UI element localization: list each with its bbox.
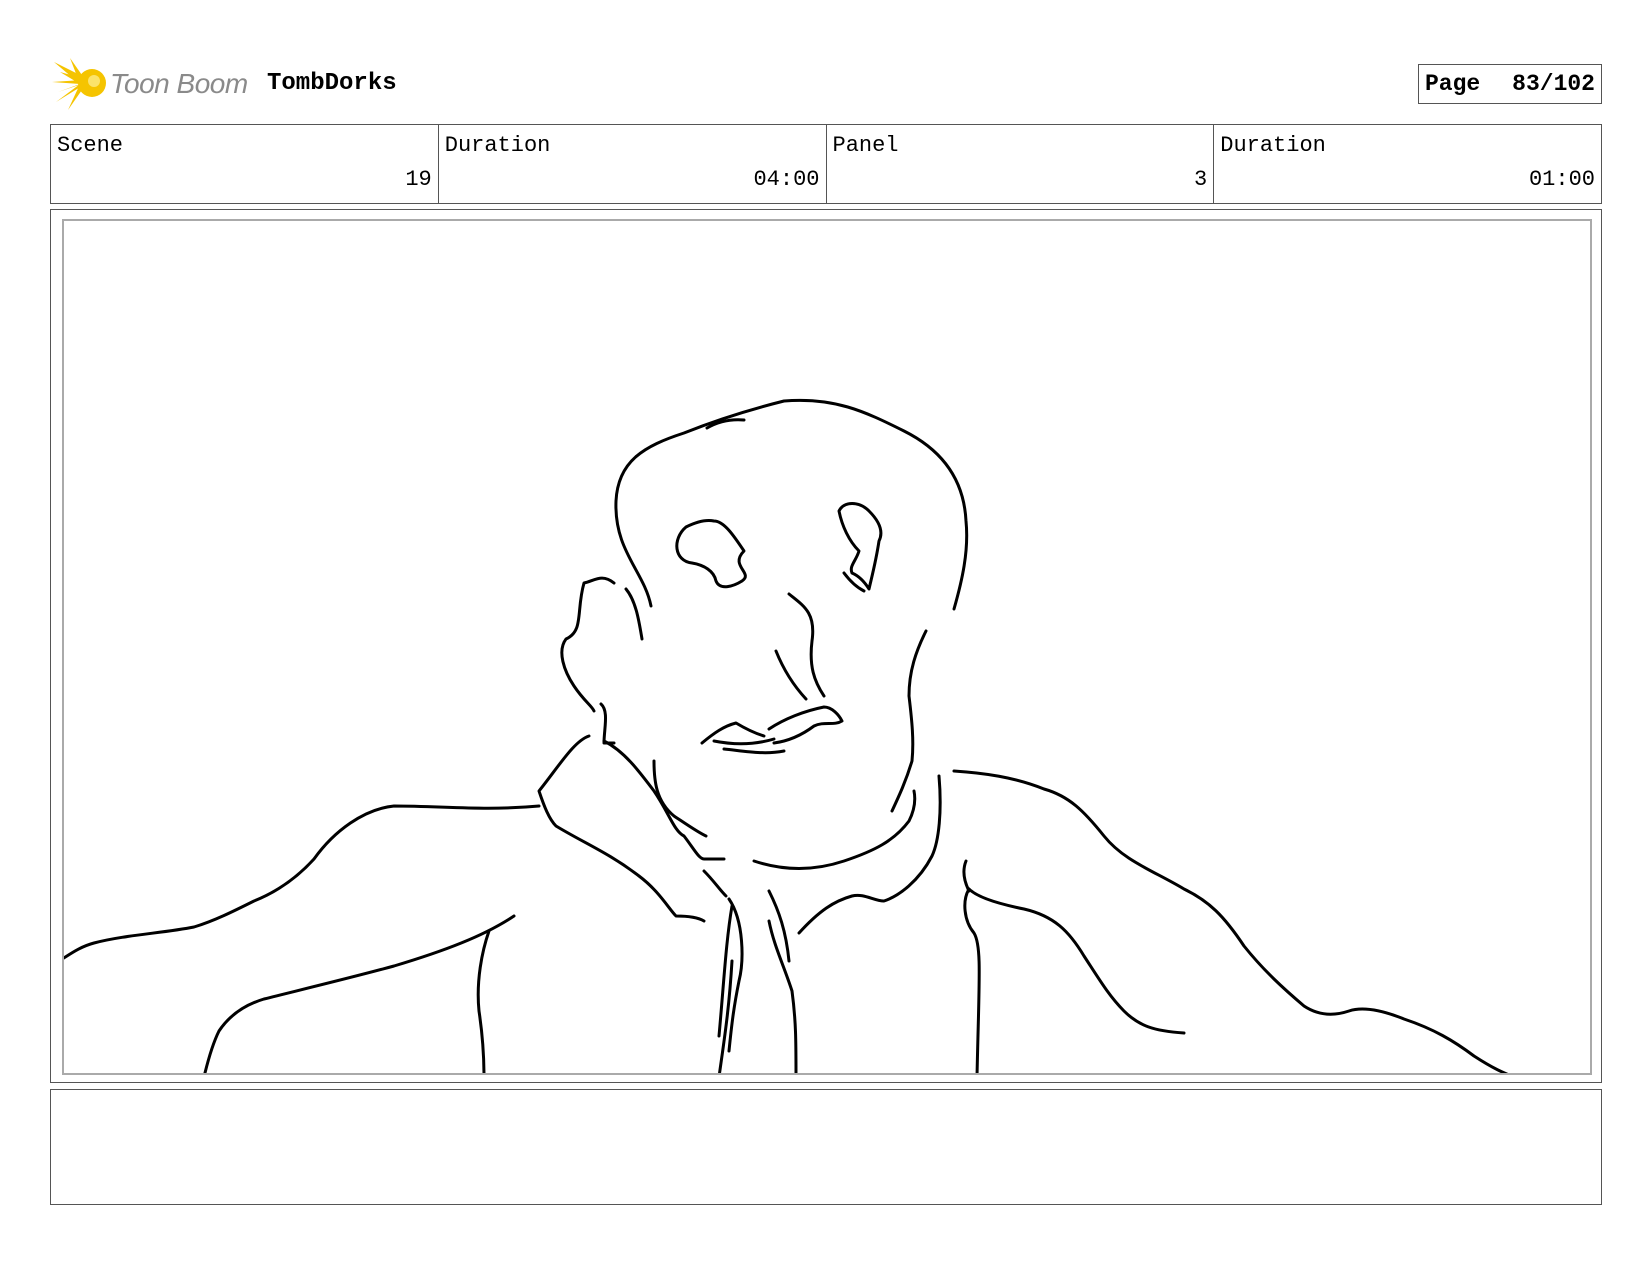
page-label: Page — [1425, 71, 1481, 97]
page-indicator: Page 83/102 — [1418, 64, 1602, 104]
panel-value: 3 — [1194, 167, 1208, 192]
toon-boom-burst-icon — [52, 58, 106, 110]
panel-cell: Panel 3 — [827, 125, 1215, 203]
scene-cell: Scene 19 — [51, 125, 439, 203]
scene-duration-label: Duration — [444, 133, 551, 158]
brand-name: Toon Boom — [110, 68, 248, 99]
panel-duration-cell: Duration 01:00 — [1214, 125, 1601, 203]
panel-duration-value: 01:00 — [1528, 167, 1595, 192]
character-sketch — [64, 398, 1509, 1073]
project-title: TombDorks — [267, 70, 397, 97]
storyboard-panel-image — [62, 219, 1592, 1075]
page-number: 83/102 — [1512, 71, 1595, 97]
storyboard-panel-frame — [50, 209, 1602, 1083]
scene-label: Scene — [57, 133, 124, 158]
panel-notes-box — [50, 1089, 1602, 1205]
scene-duration-cell: Duration 04:00 — [439, 125, 827, 203]
panel-duration-label: Duration — [1220, 133, 1326, 158]
toon-boom-logo: Toon Boom — [52, 56, 248, 112]
scene-value: 19 — [405, 167, 432, 192]
scene-info-row: Scene 19 Duration 04:00 Panel 3 Duration… — [50, 124, 1602, 204]
panel-label: Panel — [832, 133, 899, 158]
scene-duration-value: 04:00 — [753, 167, 820, 192]
